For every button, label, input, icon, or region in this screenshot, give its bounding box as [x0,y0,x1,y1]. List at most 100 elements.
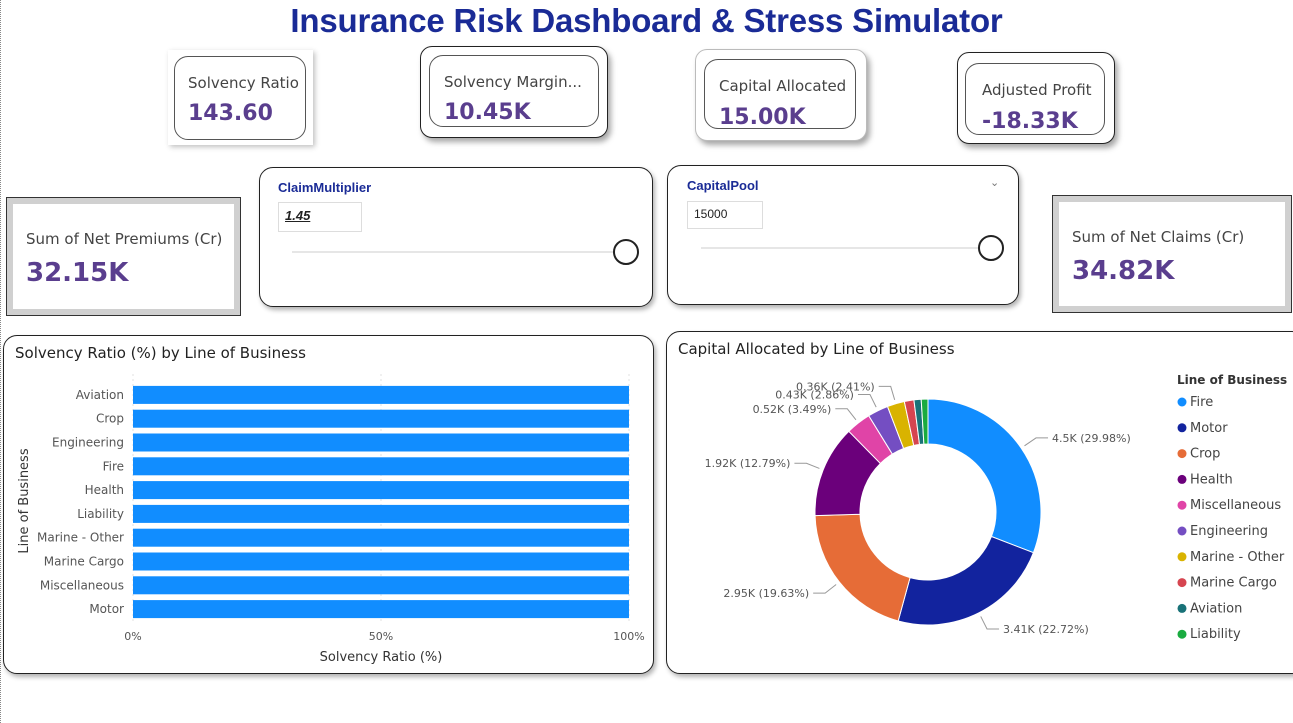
legend-marker [1177,500,1187,510]
leader-line [813,584,837,594]
leader-line [878,385,896,400]
claim-multiplier-input[interactable]: 1.45 [278,202,362,232]
kpi-value: 32.15K [26,258,129,288]
bar[interactable] [133,385,629,404]
kpi-card-adjusted-profit[interactable]: Adjusted Profit -18.33K [957,52,1115,144]
y-tick-label: Fire [103,459,124,473]
y-axis-label: Line of Business [17,448,32,553]
x-tick-label: 0% [124,630,141,643]
leader-line [794,462,820,469]
kpi-card-net-premiums[interactable]: Sum of Net Premiums (Cr) 32.15K [6,197,241,316]
kpi-frame [174,56,306,140]
kpi-label: Sum of Net Premiums (Cr) [26,230,223,248]
bar[interactable] [133,576,629,595]
kpi-value: 15.00K [719,105,806,130]
slicer-claim-multiplier[interactable]: ClaimMultiplier 1.45 [259,167,653,307]
slicer-title: ClaimMultiplier [278,180,372,195]
legend-item[interactable]: Motor [1190,421,1228,436]
kpi-pane: Sum of Net Premiums (Cr) 32.15K [13,204,234,309]
bar[interactable] [133,504,629,523]
kpi-label: Adjusted Profit [982,81,1092,99]
legend-item[interactable]: Liability [1190,627,1241,642]
data-label: 2.95K (19.63%) [723,587,809,600]
legend-item[interactable]: Health [1190,472,1233,487]
legend-marker [1177,629,1187,639]
legend-marker [1177,397,1187,407]
slider-track[interactable] [701,247,991,249]
data-label: 0.52K (3.49%) [753,403,832,416]
y-tick-label: Miscellaneous [40,578,124,592]
data-label: 3.41K (22.72%) [1003,623,1089,636]
y-tick-label: Health [85,483,124,497]
legend-marker [1177,603,1187,613]
slider-track[interactable] [292,251,626,253]
leader-line [835,408,857,421]
legend-item[interactable]: Marine Cargo [1190,576,1277,591]
slider-handle[interactable] [613,239,639,265]
legend-item[interactable]: Miscellaneous [1190,498,1281,513]
data-label: 0.36K (2.41%) [796,380,875,393]
donut-slice[interactable] [814,513,911,622]
legend-marker [1177,552,1187,562]
legend-item[interactable]: Marine - Other [1190,550,1285,565]
bar[interactable] [133,457,629,476]
kpi-card-solvency-ratio[interactable]: Solvency Ratio 143.60 [168,50,313,145]
chevron-down-icon[interactable]: ⌄ [990,176,999,189]
bar-chart-panel[interactable]: Solvency Ratio (%) by Line of Business 0… [3,335,654,674]
dashboard-title: Insurance Risk Dashboard & Stress Simula… [290,2,1003,39]
kpi-card-net-claims[interactable]: Sum of Net Claims (Cr) 34.82K [1052,195,1292,313]
bar-chart: 0% 50% 100% Aviation Crop Engineering Fire Heal… [17,374,645,665]
bar[interactable] [133,409,629,428]
bar[interactable] [133,528,629,547]
page-left-border [0,0,2,723]
y-tick-label: Motor [89,602,124,616]
donut-chart: 4.5K (29.98%) 3.41K (22.72%) 2.95K (19.63%… [705,373,1288,642]
kpi-label: Solvency Margin... [444,73,582,91]
legend-marker [1177,423,1187,433]
legend-item[interactable]: Crop [1190,447,1220,462]
legend-marker [1177,578,1187,588]
y-tick-label: Crop [96,412,124,426]
legend-item[interactable]: Engineering [1190,524,1268,539]
kpi-value: -18.33K [982,109,1078,134]
kpi-value: 143.60 [188,101,273,126]
x-axis-label: Solvency Ratio (%) [320,650,443,665]
bar[interactable] [133,600,629,619]
donut-slice[interactable] [897,535,1035,626]
y-tick-label: Aviation [76,388,124,402]
leader-line [980,616,1000,630]
kpi-pane: Sum of Net Claims (Cr) 34.82K [1059,202,1285,306]
kpi-card-capital-allocated[interactable]: Capital Allocated 15.00K [695,49,867,141]
y-tick-label: Marine Cargo [44,555,124,569]
leader-line [1024,437,1049,447]
kpi-value: 34.82K [1072,256,1175,286]
bar[interactable] [133,433,629,452]
slider-handle[interactable] [978,235,1004,261]
kpi-value: 10.45K [444,100,531,125]
donut-chart-panel[interactable]: Capital Allocated by Line of Business 4.… [666,331,1293,674]
kpi-card-solvency-margin[interactable]: Solvency Margin... 10.45K [420,46,608,138]
legend-item[interactable]: Aviation [1190,601,1242,616]
kpi-label: Sum of Net Claims (Cr) [1072,228,1245,246]
legend-item[interactable]: Fire [1190,395,1213,410]
data-label: 4.5K (29.98%) [1052,432,1131,445]
bar[interactable] [133,481,629,500]
legend-marker [1177,449,1187,459]
leader-line [857,394,877,408]
capital-pool-input[interactable]: 15000 [687,201,763,229]
legend-marker [1177,526,1187,536]
legend-marker [1177,474,1187,484]
kpi-label: Solvency Ratio [188,74,299,92]
bar[interactable] [133,552,629,571]
y-tick-label: Engineering [52,436,124,450]
slicer-title: CapitalPool [687,178,759,193]
y-tick-label: Liability [77,507,124,521]
data-label: 1.92K (12.79%) [705,457,791,470]
y-tick-label: Marine - Other [37,531,124,545]
x-tick-label: 100% [613,630,644,643]
donut-slice[interactable] [927,398,1042,554]
legend-title: Line of Business [1177,373,1287,387]
slicer-capital-pool[interactable]: CapitalPool ⌄ 15000 [667,165,1019,305]
x-tick-label: 50% [369,630,393,643]
kpi-label: Capital Allocated [719,77,847,95]
